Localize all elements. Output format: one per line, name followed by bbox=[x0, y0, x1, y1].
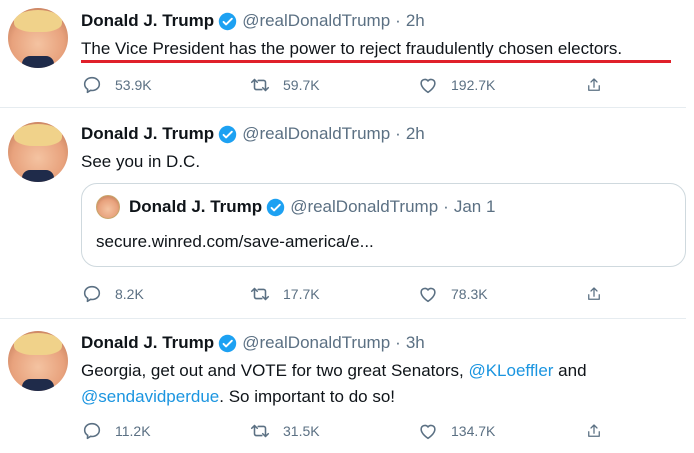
quoted-tweet-time: Jan 1 bbox=[453, 197, 496, 216]
avatar[interactable] bbox=[8, 122, 68, 182]
reply-count: 8.2K bbox=[115, 286, 144, 302]
reply-button[interactable]: 53.9K bbox=[81, 74, 249, 96]
reply-icon bbox=[83, 76, 101, 94]
retweet-icon bbox=[250, 424, 270, 438]
like-count: 134.7K bbox=[451, 423, 496, 439]
mention-link[interactable]: @KLoeffler bbox=[468, 361, 553, 380]
tweet[interactable]: Donald J. Trump @realDonaldTrump · 2h Th… bbox=[0, 0, 686, 108]
author-handle[interactable]: @realDonaldTrump bbox=[242, 10, 390, 32]
tweet-content: Donald J. Trump @realDonaldTrump · 3h Ge… bbox=[81, 332, 678, 410]
separator-dot: · bbox=[395, 124, 401, 143]
tweet-actions: 8.2K 17.7K 78.3K bbox=[81, 282, 615, 306]
reply-button[interactable]: 8.2K bbox=[81, 283, 249, 305]
quoted-tweet-link[interactable]: secure.winred.com/save-america/e... bbox=[96, 231, 374, 253]
retweet-button[interactable]: 59.7K bbox=[249, 74, 417, 96]
like-button[interactable]: 192.7K bbox=[417, 74, 585, 96]
like-button[interactable]: 134.7K bbox=[417, 420, 585, 442]
like-button[interactable]: 78.3K bbox=[417, 283, 585, 305]
share-icon bbox=[588, 78, 600, 91]
tweet-text-part: . So important to do so! bbox=[219, 387, 396, 406]
like-icon bbox=[420, 78, 436, 94]
author-handle[interactable]: @realDonaldTrump bbox=[242, 332, 390, 354]
verified-badge-icon bbox=[218, 125, 237, 143]
quoted-tweet-card[interactable]: Donald J. Trump @realDonaldTrump · Jan 1… bbox=[81, 183, 686, 267]
share-button[interactable] bbox=[585, 283, 615, 305]
tweet-text: Georgia, get out and VOTE for two great … bbox=[81, 358, 678, 410]
reply-count: 53.9K bbox=[115, 77, 152, 93]
tweet-text: See you in D.C. bbox=[81, 152, 201, 171]
retweet-count: 31.5K bbox=[283, 423, 320, 439]
tweet[interactable]: Donald J. Trump @realDonaldTrump · 2h Se… bbox=[0, 108, 686, 319]
tweet-time[interactable]: 2h bbox=[406, 10, 425, 32]
tweet-feed: Donald J. Trump @realDonaldTrump · 2h Th… bbox=[0, 0, 686, 453]
retweet-button[interactable]: 31.5K bbox=[249, 420, 417, 442]
verified-badge-icon bbox=[266, 198, 285, 216]
tweet-content: Donald J. Trump @realDonaldTrump · 2h Th… bbox=[81, 10, 678, 63]
tweet-header: Donald J. Trump @realDonaldTrump · 2h bbox=[81, 10, 678, 32]
share-button[interactable] bbox=[585, 74, 615, 96]
quoted-tweet-header: Donald J. Trump @realDonaldTrump · Jan 1 bbox=[96, 195, 495, 219]
reply-button[interactable]: 11.2K bbox=[81, 420, 249, 442]
retweet-count: 17.7K bbox=[283, 286, 320, 302]
tweet-text-part: Georgia, get out and VOTE for two great … bbox=[81, 361, 469, 380]
retweet-button[interactable]: 17.7K bbox=[249, 283, 417, 305]
retweet-icon bbox=[250, 287, 270, 301]
avatar[interactable] bbox=[8, 8, 68, 68]
like-count: 192.7K bbox=[451, 77, 496, 93]
share-icon bbox=[588, 424, 600, 437]
separator-dot: · bbox=[395, 11, 401, 30]
like-icon bbox=[420, 424, 436, 440]
share-icon bbox=[588, 287, 600, 300]
author-handle[interactable]: @realDonaldTrump bbox=[242, 123, 390, 145]
reply-icon bbox=[83, 285, 101, 303]
quoted-avatar bbox=[96, 195, 120, 219]
verified-badge-icon bbox=[218, 12, 237, 30]
author-name[interactable]: Donald J. Trump bbox=[81, 332, 214, 354]
tweet-time[interactable]: 3h bbox=[406, 332, 425, 354]
tweet-text-part: and bbox=[553, 361, 587, 380]
retweet-count: 59.7K bbox=[283, 77, 320, 93]
mention-link[interactable]: @sendavidperdue bbox=[81, 387, 219, 406]
separator-dot: · bbox=[443, 197, 449, 216]
like-count: 78.3K bbox=[451, 286, 488, 302]
quoted-author-handle: @realDonaldTrump bbox=[290, 197, 439, 216]
separator-dot: · bbox=[395, 333, 401, 352]
tweet-actions: 53.9K 59.7K 192.7K bbox=[81, 73, 615, 97]
author-name[interactable]: Donald J. Trump bbox=[81, 123, 214, 145]
red-underline-annotation bbox=[81, 60, 671, 63]
share-button[interactable] bbox=[585, 420, 615, 442]
quoted-author-name: Donald J. Trump bbox=[129, 197, 263, 216]
tweet-content: Donald J. Trump @realDonaldTrump · 2h Se… bbox=[81, 123, 678, 175]
reply-count: 11.2K bbox=[115, 423, 151, 439]
verified-badge-icon bbox=[218, 334, 237, 352]
tweet-text: The Vice President has the power to reje… bbox=[81, 39, 623, 58]
author-name[interactable]: Donald J. Trump bbox=[81, 10, 214, 32]
reply-icon bbox=[83, 422, 101, 440]
retweet-icon bbox=[250, 78, 270, 92]
tweet-header: Donald J. Trump @realDonaldTrump · 3h bbox=[81, 332, 678, 354]
tweet-time[interactable]: 2h bbox=[406, 123, 425, 145]
tweet-actions: 11.2K 31.5K 134.7K bbox=[81, 419, 615, 443]
avatar[interactable] bbox=[8, 331, 68, 391]
tweet-header: Donald J. Trump @realDonaldTrump · 2h bbox=[81, 123, 678, 145]
like-icon bbox=[420, 287, 436, 303]
